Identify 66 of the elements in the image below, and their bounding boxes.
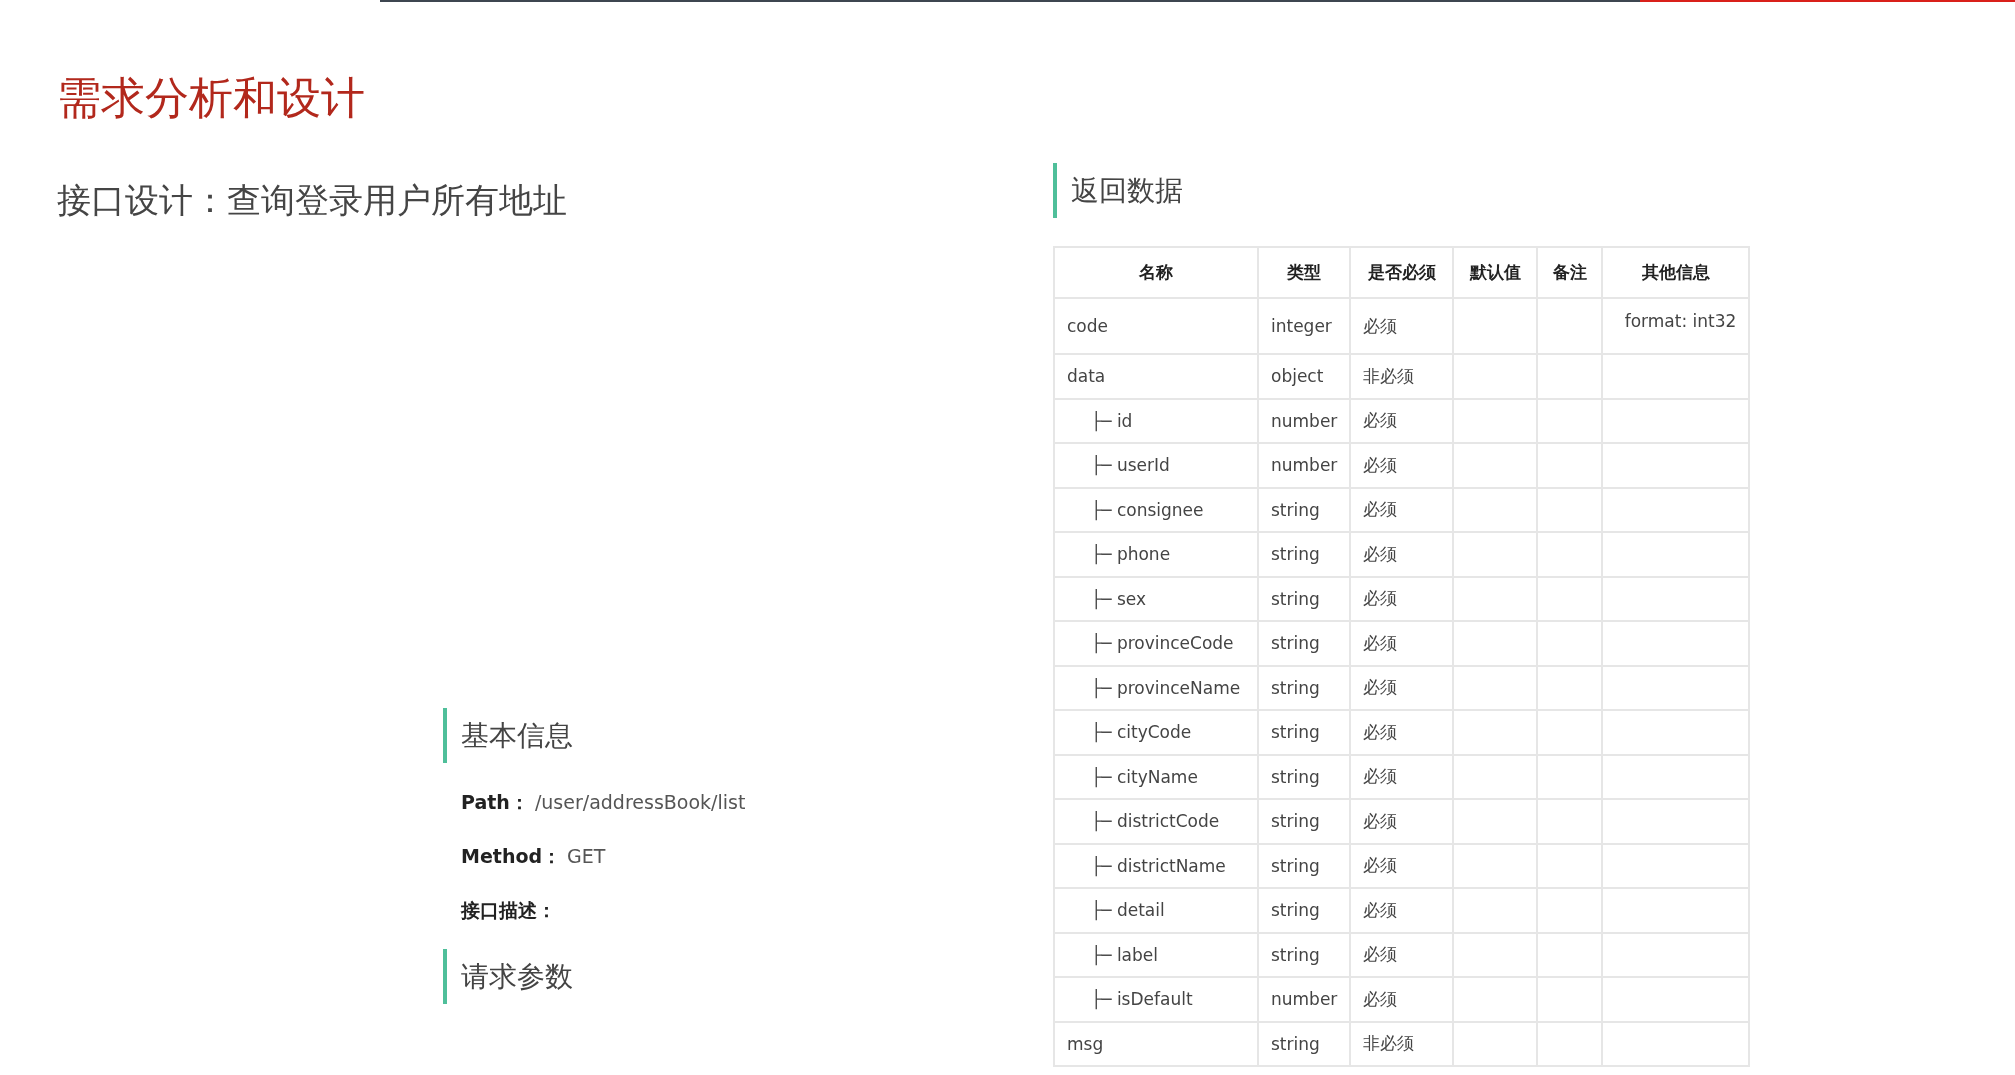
table-cell: ├─ userId <box>1054 443 1258 488</box>
section-heading: 请求参数 <box>443 949 573 1004</box>
table-cell: ├─ phone <box>1054 532 1258 577</box>
column-header: 备注 <box>1537 247 1603 298</box>
table-cell: 必须 <box>1350 443 1454 488</box>
table-cell: 必须 <box>1350 576 1454 621</box>
table-cell: number <box>1258 443 1351 488</box>
column-header: 名称 <box>1054 247 1258 298</box>
table-cell: string <box>1258 487 1351 532</box>
table-cell: ├─ sex <box>1054 576 1258 621</box>
column-header: 默认值 <box>1453 247 1538 298</box>
table-cell: string <box>1258 710 1351 755</box>
table-cell: ├─ id <box>1054 398 1258 443</box>
table-cell: 必须 <box>1350 710 1454 755</box>
info-field: Method： GET <box>461 843 1053 869</box>
info-field: Path： /user/addressBook/list <box>461 789 1053 815</box>
table-cell: 非必须 <box>1350 354 1454 399</box>
table-cell: string <box>1258 1021 1351 1066</box>
table-cell: string <box>1258 932 1351 977</box>
table-cell: 必须 <box>1350 977 1454 1022</box>
table-cell: integer <box>1258 298 1351 354</box>
table-cell: data <box>1054 354 1258 399</box>
table-cell: number <box>1258 977 1351 1022</box>
table-cell: object <box>1258 354 1351 399</box>
table-cell: string <box>1258 843 1351 888</box>
table-cell: ├─ consignee <box>1054 487 1258 532</box>
table-cell: 必须 <box>1350 843 1454 888</box>
table-cell: string <box>1258 665 1351 710</box>
table-cell: ├─ districtName <box>1054 843 1258 888</box>
section-heading: 返回数据 <box>1053 163 1183 218</box>
table-cell: string <box>1258 576 1351 621</box>
column-header: 其他信息 <box>1602 247 1750 298</box>
column-header: 类型 <box>1258 247 1351 298</box>
table-cell: 必须 <box>1350 932 1454 977</box>
table-cell: 必须 <box>1350 398 1454 443</box>
table-cell: ├─ detail <box>1054 888 1258 933</box>
table-cell: msg <box>1054 1021 1258 1066</box>
table-cell: string <box>1258 799 1351 844</box>
table-cell: 非必须 <box>1350 1021 1454 1066</box>
table-cell: 必须 <box>1350 532 1454 577</box>
table-cell: ├─ label <box>1054 932 1258 977</box>
table-cell: string <box>1258 754 1351 799</box>
slide-title: 需求分析和设计 <box>57 71 366 125</box>
table-cell: number <box>1258 398 1351 443</box>
table-cell: string <box>1258 532 1351 577</box>
column-header: 是否必须 <box>1350 247 1454 298</box>
table-cell: ├─ provinceName <box>1054 665 1258 710</box>
table-cell: string <box>1258 621 1351 666</box>
table-cell: format: int32 <box>1602 298 1750 354</box>
table-cell: 必须 <box>1350 621 1454 666</box>
table-cell: ├─ districtCode <box>1054 799 1258 844</box>
table-cell: string <box>1258 888 1351 933</box>
table-cell: 必须 <box>1350 754 1454 799</box>
table-cell: ├─ provinceCode <box>1054 621 1258 666</box>
table-cell: ├─ cityName <box>1054 754 1258 799</box>
table-cell: code <box>1054 298 1258 354</box>
slide-subtitle: 接口设计：查询登录用户所有地址 <box>57 179 568 222</box>
table-cell: 必须 <box>1350 665 1454 710</box>
section-heading: 基本信息 <box>443 708 573 763</box>
table-cell: 必须 <box>1350 799 1454 844</box>
table-cell: ├─ isDefault <box>1054 977 1258 1022</box>
table-cell: 必须 <box>1350 487 1454 532</box>
table-cell: 必须 <box>1350 298 1454 354</box>
info-field: 接口描述： <box>461 897 1053 923</box>
table-cell: 必须 <box>1350 888 1454 933</box>
table-cell: ├─ cityCode <box>1054 710 1258 755</box>
